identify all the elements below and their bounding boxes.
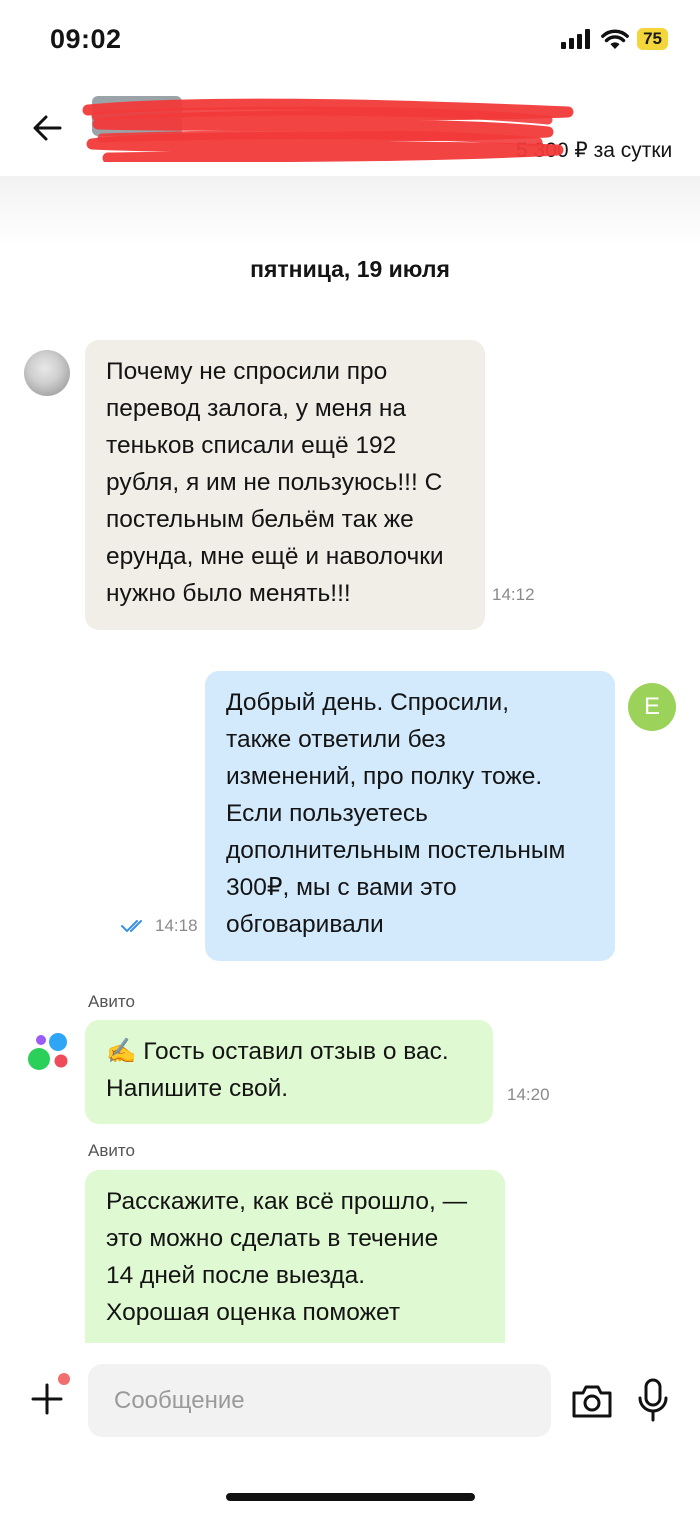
avito-logo-icon [28, 1033, 68, 1070]
sender-name: Авито [88, 992, 135, 1011]
camera-icon[interactable] [570, 1382, 614, 1420]
battery-icon: 75 [637, 28, 668, 50]
sender-name: Авито [88, 1141, 135, 1160]
avatar[interactable] [24, 350, 70, 396]
message-line: дополнительным постельным [226, 837, 566, 864]
message-meta: 14:18 [120, 916, 198, 936]
message-line: изменений, про полку тоже. [226, 763, 543, 790]
message-line: Если пользуетесь [226, 800, 428, 827]
message-line: рубля, я им не пользуюсь!!! С [106, 469, 443, 496]
header-shadow [0, 176, 700, 246]
message-line: Добрый день. Спросили, [226, 689, 510, 716]
message-line: также ответили без [226, 726, 446, 753]
message-input[interactable] [88, 1364, 551, 1437]
status-time: 09:02 [50, 24, 122, 54]
message-line: 14 дней после выезда. [106, 1262, 366, 1289]
message-composer [0, 1343, 700, 1515]
message-line: ✍️ Гость оставил отзыв о вас. [106, 1038, 449, 1065]
wifi-icon [601, 29, 629, 49]
message-time: 14:20 [507, 1085, 550, 1104]
message-line: теньков списали ещё 192 [106, 432, 397, 459]
redaction-scribble [82, 98, 574, 162]
message-line: Напишите свой. [106, 1075, 289, 1102]
message-line: ерунда, мне ещё и наволочки [106, 543, 444, 570]
notification-dot [58, 1373, 70, 1385]
message-bubble-system[interactable]: ✍️ Гость оставил отзыв о вас. Напишите с… [85, 1020, 493, 1124]
message-line: постельным бельём так же [106, 506, 414, 533]
message-line: Почему не спросили про [106, 358, 388, 385]
message-bubble-outgoing[interactable]: Добрый день. Спросили, также ответили бе… [205, 671, 615, 961]
arrow-left-icon[interactable] [30, 110, 66, 146]
avatar[interactable]: Е [628, 683, 676, 731]
message-line: это можно сделать в течение [106, 1225, 439, 1252]
double-check-icon [121, 920, 142, 932]
status-icons: 75 [561, 28, 668, 50]
home-indicator [226, 1493, 475, 1501]
microphone-icon[interactable] [637, 1378, 669, 1422]
message-line: Расскажите, как всё прошло, — [106, 1188, 468, 1215]
message-bubble-system[interactable]: Расскажите, как всё прошло, — это можно … [85, 1170, 505, 1370]
message-line: перевод залога, у меня на [106, 395, 407, 422]
message-line: обговаривали [226, 911, 384, 938]
message-line: Хорошая оценка поможет [106, 1299, 401, 1326]
chat-header: 5 300 ₽ за сутки [0, 82, 700, 176]
message-line: нужно было менять!!! [106, 580, 351, 607]
date-separator: пятница, 19 июля [250, 256, 450, 282]
message-bubble-incoming[interactable]: Почему не спросили про перевод залога, у… [85, 340, 485, 630]
plus-icon[interactable] [30, 1382, 64, 1416]
message-time: 14:18 [155, 916, 198, 935]
message-time: 14:12 [492, 585, 535, 604]
signal-icon [561, 29, 591, 49]
message-line: 300₽, мы с вами это [226, 874, 457, 901]
